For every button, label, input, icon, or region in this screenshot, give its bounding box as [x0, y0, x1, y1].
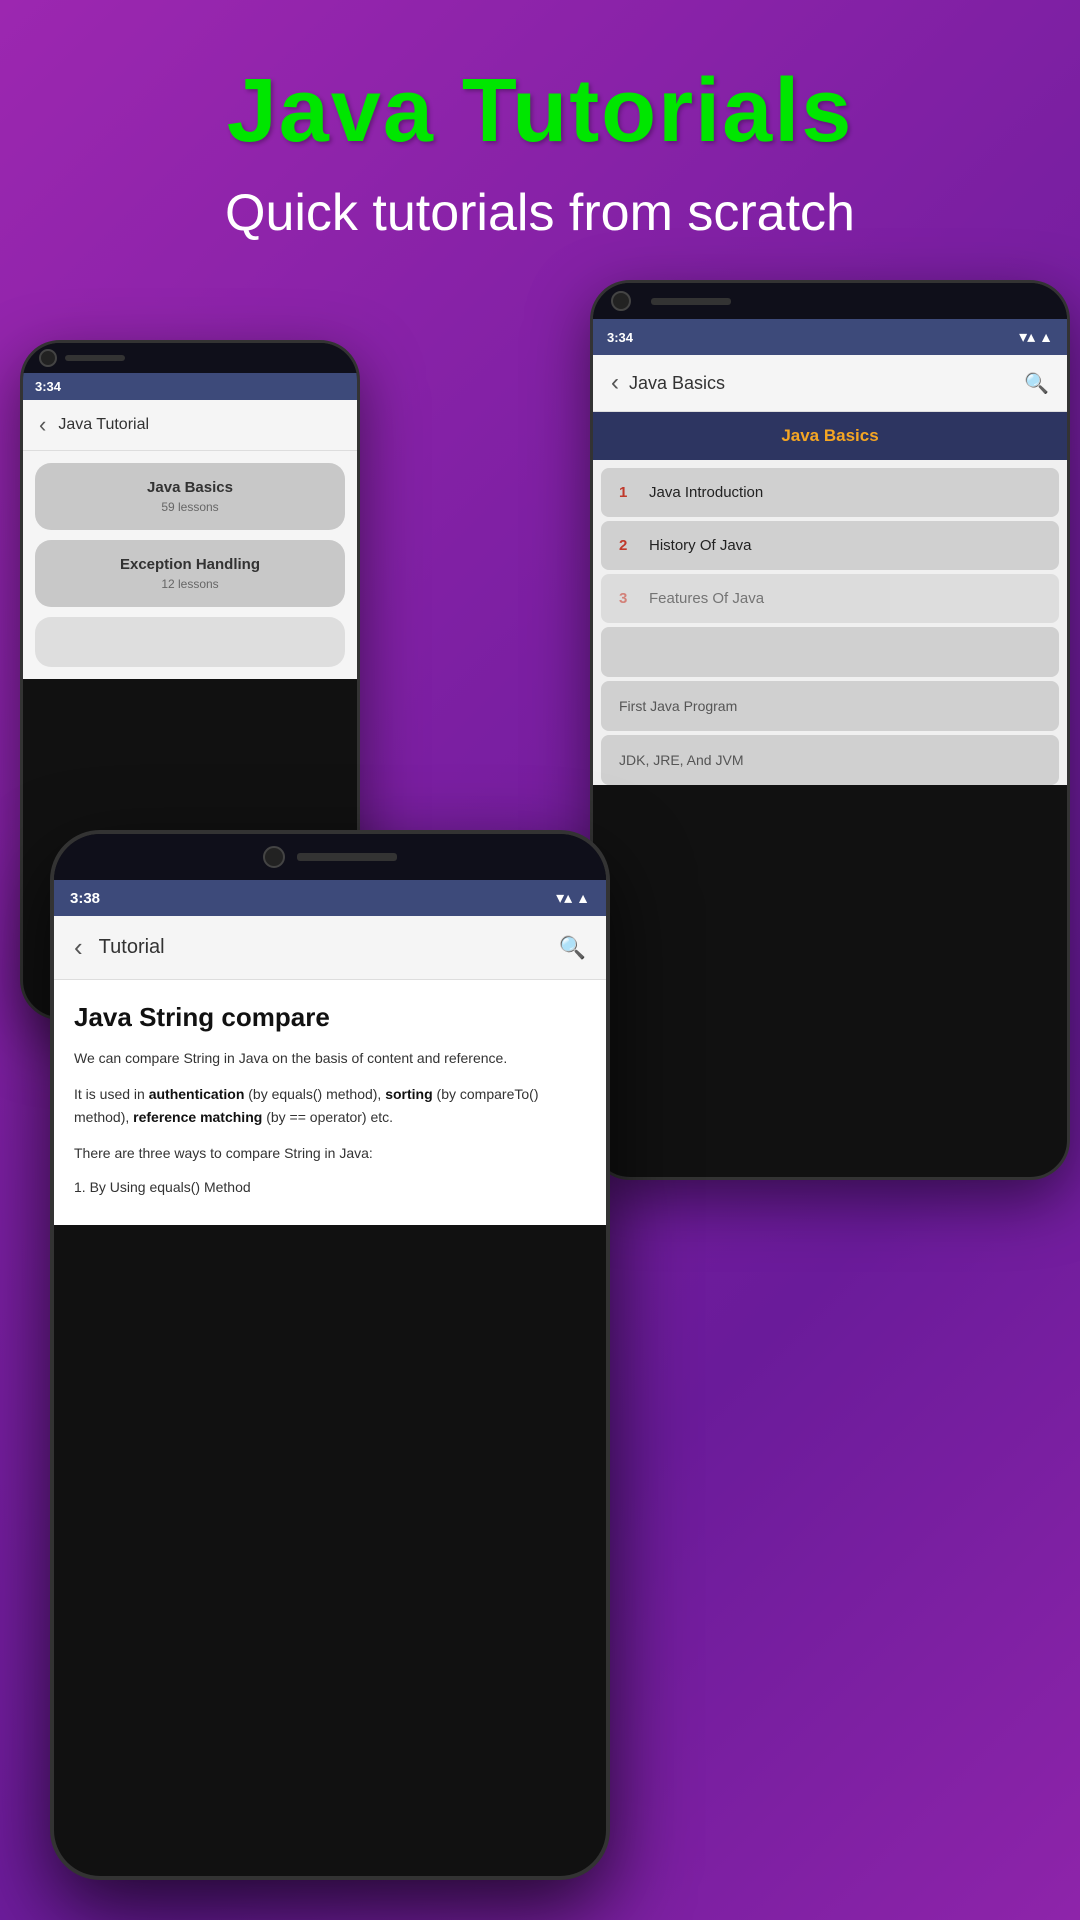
phone3-header-title: Tutorial [99, 936, 165, 959]
lesson-1-number: 1 [619, 484, 639, 501]
phone2-header-left: ‹ Java Basics [611, 369, 725, 397]
phone3-content: Java String compare We can compare Strin… [54, 980, 606, 1225]
phone2-time: 3:34 [607, 330, 633, 345]
phone1-header-title: Java Tutorial [58, 416, 149, 434]
phone1-java-basics-card[interactable]: Java Basics 59 lessons [35, 463, 345, 530]
phone1-exception-title: Exception Handling [51, 556, 329, 573]
phone2-section-header: Java Basics [593, 412, 1067, 460]
tutorial-para2: It is used in authentication (by equals(… [74, 1083, 586, 1128]
phone3-signal-icon: ▲ [576, 890, 590, 906]
phones-container: 3:34 ‹ Java Tutorial Java Basics 59 less… [0, 280, 1080, 1920]
phone3-time: 3:38 [70, 890, 100, 907]
lesson-item-2[interactable]: 2 History Of Java [601, 521, 1059, 570]
phone2-back-arrow[interactable]: ‹ [611, 369, 619, 397]
lesson-3-title: Features Of Java [649, 590, 764, 607]
phone2-speaker [651, 298, 731, 305]
phone-lesson-list: 3:34 ▾▴ ▲ ‹ Java Basics 🔍 Java Basics 1 … [590, 280, 1070, 1180]
tutorial-para3: There are three ways to compare String i… [74, 1142, 586, 1164]
phone1-extra-card[interactable] [35, 617, 345, 667]
signal-icon: ▲ [1039, 329, 1053, 345]
phone2-partial-text2: JDK, JRE, And JVM [619, 752, 743, 768]
tutorial-para1: We can compare String in Java on the bas… [74, 1047, 586, 1069]
phone1-content: Java Basics 59 lessons Exception Handlin… [23, 451, 357, 679]
phone2-status-bar: 3:34 ▾▴ ▲ [593, 319, 1067, 355]
phone-tutorial-content: 3:38 ▾▴ ▲ ‹ Tutorial 🔍 Java String compa… [50, 830, 610, 1880]
phone2-lesson-list: 1 Java Introduction 2 History Of Java 3 … [593, 460, 1067, 785]
phone3-search-icon[interactable]: 🔍 [559, 935, 586, 961]
phone1-exception-subtitle: 12 lessons [51, 577, 329, 591]
phone2-header-title: Java Basics [629, 373, 725, 394]
phone2-app-header: ‹ Java Basics 🔍 [593, 355, 1067, 412]
phone1-camera [39, 349, 57, 367]
lesson-item-1[interactable]: 1 Java Introduction [601, 468, 1059, 517]
phone3-speaker [297, 853, 397, 861]
phone1-status-bar: 3:34 [23, 373, 357, 400]
lesson-1-title: Java Introduction [649, 484, 763, 501]
phone2-camera-area [593, 283, 1067, 319]
phone3-camera [263, 846, 285, 868]
phone2-partial-row3[interactable]: JDK, JRE, And JVM [601, 735, 1059, 785]
phone2-status-icons: ▾▴ ▲ [1019, 327, 1053, 347]
wifi-icon: ▾▴ [1019, 327, 1035, 347]
app-subtitle: Quick tutorials from scratch [0, 183, 1080, 243]
phone3-status-icons: ▾▴ ▲ [556, 888, 590, 908]
phone3-app-header: ‹ Tutorial 🔍 [54, 916, 606, 980]
app-title: Java Tutorials [0, 60, 1080, 163]
header-section: Java Tutorials Quick tutorials from scra… [0, 0, 1080, 273]
phone2-partial-items: First Java Program JDK, JRE, And JVM [593, 627, 1067, 785]
phone2-search-icon[interactable]: 🔍 [1024, 371, 1049, 396]
phone3-back-arrow[interactable]: ‹ [74, 932, 83, 963]
lesson-2-title: History Of Java [649, 537, 752, 554]
lesson-item-3[interactable]: 3 Features Of Java [601, 574, 1059, 623]
lesson-2-number: 2 [619, 537, 639, 554]
phone2-partial-text1: First Java Program [619, 698, 737, 714]
phone2-camera [611, 291, 631, 311]
phone2-partial-row1[interactable] [601, 627, 1059, 677]
phone1-back-arrow[interactable]: ‹ [39, 412, 46, 438]
phone3-wifi-icon: ▾▴ [556, 888, 572, 908]
lesson-3-number: 3 [619, 590, 639, 607]
phone3-status-bar: 3:38 ▾▴ ▲ [54, 880, 606, 916]
phone1-java-basics-title: Java Basics [51, 479, 329, 496]
tutorial-title: Java String compare [74, 1002, 586, 1033]
phone1-app-header: ‹ Java Tutorial [23, 400, 357, 451]
phone1-exception-card[interactable]: Exception Handling 12 lessons [35, 540, 345, 607]
phone1-speaker [65, 355, 125, 361]
phone2-partial-row2[interactable]: First Java Program [601, 681, 1059, 731]
phone1-camera-area [23, 343, 357, 373]
phone1-java-basics-subtitle: 59 lessons [51, 500, 329, 514]
phone2-section-header-text: Java Basics [611, 426, 1049, 446]
phone1-time: 3:34 [35, 379, 61, 394]
phone3-header-left: ‹ Tutorial [74, 932, 165, 963]
tutorial-list-item1: 1. By Using equals() Method [74, 1179, 586, 1195]
phone3-camera-area [54, 834, 606, 880]
